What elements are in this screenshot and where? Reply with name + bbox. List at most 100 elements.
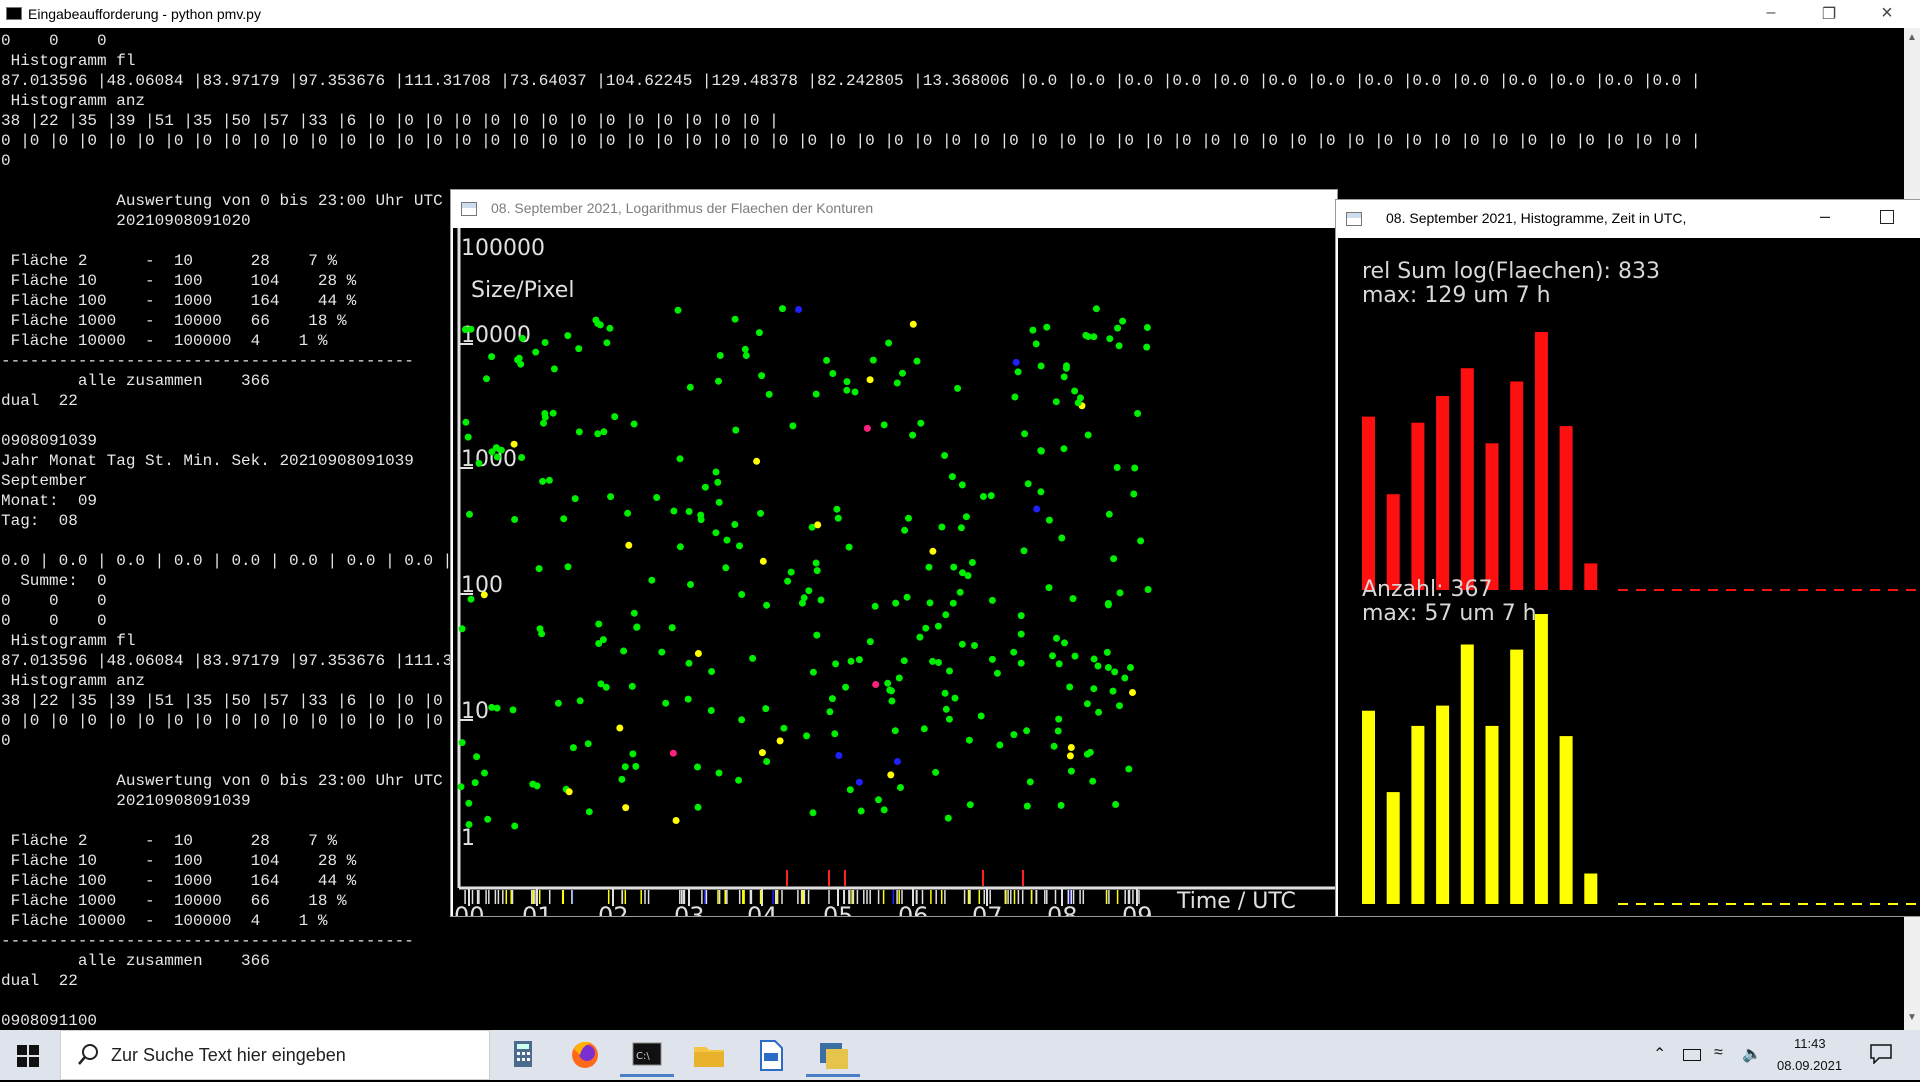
scatter-point <box>875 796 882 804</box>
scatter-window-titlebar[interactable]: 08. September 2021, Logarithmus der Flae… <box>451 190 1337 228</box>
scatter-point <box>1010 648 1018 656</box>
scatter-point <box>1037 488 1045 496</box>
wifi-icon[interactable]: ≈ <box>1714 1044 1723 1062</box>
chevron-up-icon[interactable]: ⌃ <box>1653 1044 1666 1064</box>
calculator-app-icon[interactable] <box>496 1033 550 1077</box>
scatter-point <box>932 768 940 776</box>
scatter-point <box>1023 802 1031 810</box>
minimize-icon[interactable]: – <box>1820 206 1830 227</box>
scatter-point <box>493 453 501 461</box>
scatter-point <box>1143 343 1151 351</box>
scatter-point <box>685 659 693 667</box>
scatter-point <box>712 468 720 476</box>
scatter-point <box>622 804 630 812</box>
top-stats-line1: rel Sum log(Flaechen): 833 <box>1362 259 1660 284</box>
scatter-point <box>1067 767 1075 775</box>
scatter-point <box>1137 537 1145 545</box>
scatter-point <box>694 763 701 771</box>
restore-icon[interactable]: ❐ <box>1814 4 1844 24</box>
firefox-app-icon[interactable] <box>558 1033 612 1077</box>
scatter-point <box>676 455 684 463</box>
scatter-point <box>814 521 822 529</box>
scatter-point <box>697 511 705 519</box>
scatter-point <box>1029 326 1037 334</box>
document-app-icon[interactable] <box>744 1033 798 1077</box>
scatter-point <box>462 418 470 426</box>
scatter-point <box>803 732 811 740</box>
scatter-point <box>957 524 965 532</box>
scatter-point <box>515 354 523 362</box>
scatter-point <box>866 638 874 646</box>
scatter-window[interactable]: 08. September 2021, Logarithmus der Flae… <box>450 189 1338 917</box>
scatter-point <box>916 633 924 641</box>
scatter-point <box>1105 510 1113 518</box>
scatter-point <box>846 786 854 794</box>
scatter-point <box>845 543 853 551</box>
scatter-point <box>934 622 942 630</box>
scatter-point <box>1062 364 1070 372</box>
search-box[interactable]: Zur Suche Text hier eingeben <box>60 1030 490 1080</box>
clock-time[interactable]: 11:43 <box>1794 1036 1826 1051</box>
scatter-point <box>616 724 624 732</box>
scatter-point <box>540 419 547 427</box>
battery-icon[interactable] <box>1683 1049 1701 1061</box>
scatter-point <box>1106 335 1114 343</box>
scatter-point <box>899 369 906 377</box>
scatter-point <box>988 596 996 604</box>
scatter-point <box>817 596 825 604</box>
scatter-point <box>685 508 693 515</box>
histogram-window[interactable]: 08. September 2021, Histogramme, Zeit in… <box>1335 199 1920 917</box>
maximize-icon[interactable] <box>1880 210 1894 224</box>
scatter-point <box>532 348 540 356</box>
scatter-point <box>742 352 750 359</box>
scatter-point <box>633 623 641 631</box>
scatter-point <box>684 695 692 703</box>
scatter-point <box>1010 731 1018 739</box>
scatter-point <box>1066 683 1074 691</box>
scatter-point <box>891 727 899 735</box>
scatter-point <box>749 654 757 662</box>
python-app-icon[interactable] <box>806 1033 860 1077</box>
scatter-point <box>736 542 743 550</box>
minimize-icon[interactable]: – <box>1756 4 1786 22</box>
scatter-point <box>483 375 490 383</box>
scatter-point <box>1082 331 1090 339</box>
scatter-point <box>510 440 518 448</box>
scatter-point <box>787 568 795 576</box>
clock-date[interactable]: 08.09.2021 <box>1777 1058 1842 1073</box>
window-icon <box>461 202 477 216</box>
close-icon[interactable]: × <box>1872 2 1902 25</box>
volume-icon[interactable]: 🔈 <box>1742 1044 1762 1064</box>
scatter-point <box>560 515 568 523</box>
scroll-down-icon[interactable]: ▼ <box>1904 1012 1920 1023</box>
scatter-point <box>913 357 921 365</box>
scatter-point <box>653 494 661 501</box>
scatter-point <box>473 753 481 761</box>
histogram-window-titlebar[interactable]: 08. September 2021, Histogramme, Zeit in… <box>1336 200 1920 238</box>
scatter-point <box>929 657 936 665</box>
scatter-point <box>1119 317 1127 325</box>
bottom-stats-line2: max: 57 um 7 h <box>1362 601 1537 626</box>
scatter-point <box>488 353 496 361</box>
scatter-point <box>880 421 888 429</box>
scatter-point <box>511 822 519 830</box>
red-bar <box>1510 381 1524 590</box>
scatter-point <box>481 769 488 777</box>
scatter-point <box>1071 652 1079 660</box>
scatter-point <box>1052 398 1060 406</box>
notification-icon[interactable] <box>1870 1044 1892 1069</box>
command-prompt-app-icon[interactable]: C:\ <box>620 1033 674 1077</box>
scatter-point <box>708 668 716 675</box>
console-titlebar[interactable]: Eingabeaufforderung - python pmv.py – ❐ … <box>0 0 1920 28</box>
file-explorer-app-icon[interactable] <box>682 1033 736 1077</box>
yellow-bar <box>1362 710 1375 904</box>
windows-start-icon[interactable] <box>17 1045 39 1067</box>
scatter-point <box>738 591 746 598</box>
scroll-up-icon[interactable]: ▲ <box>1904 32 1920 43</box>
scatter-point <box>723 536 731 544</box>
scatter-point <box>658 648 666 656</box>
scatter-point <box>809 668 817 676</box>
scatter-point <box>1111 668 1119 676</box>
scatter-point <box>458 739 466 747</box>
scatter-point <box>795 306 803 313</box>
